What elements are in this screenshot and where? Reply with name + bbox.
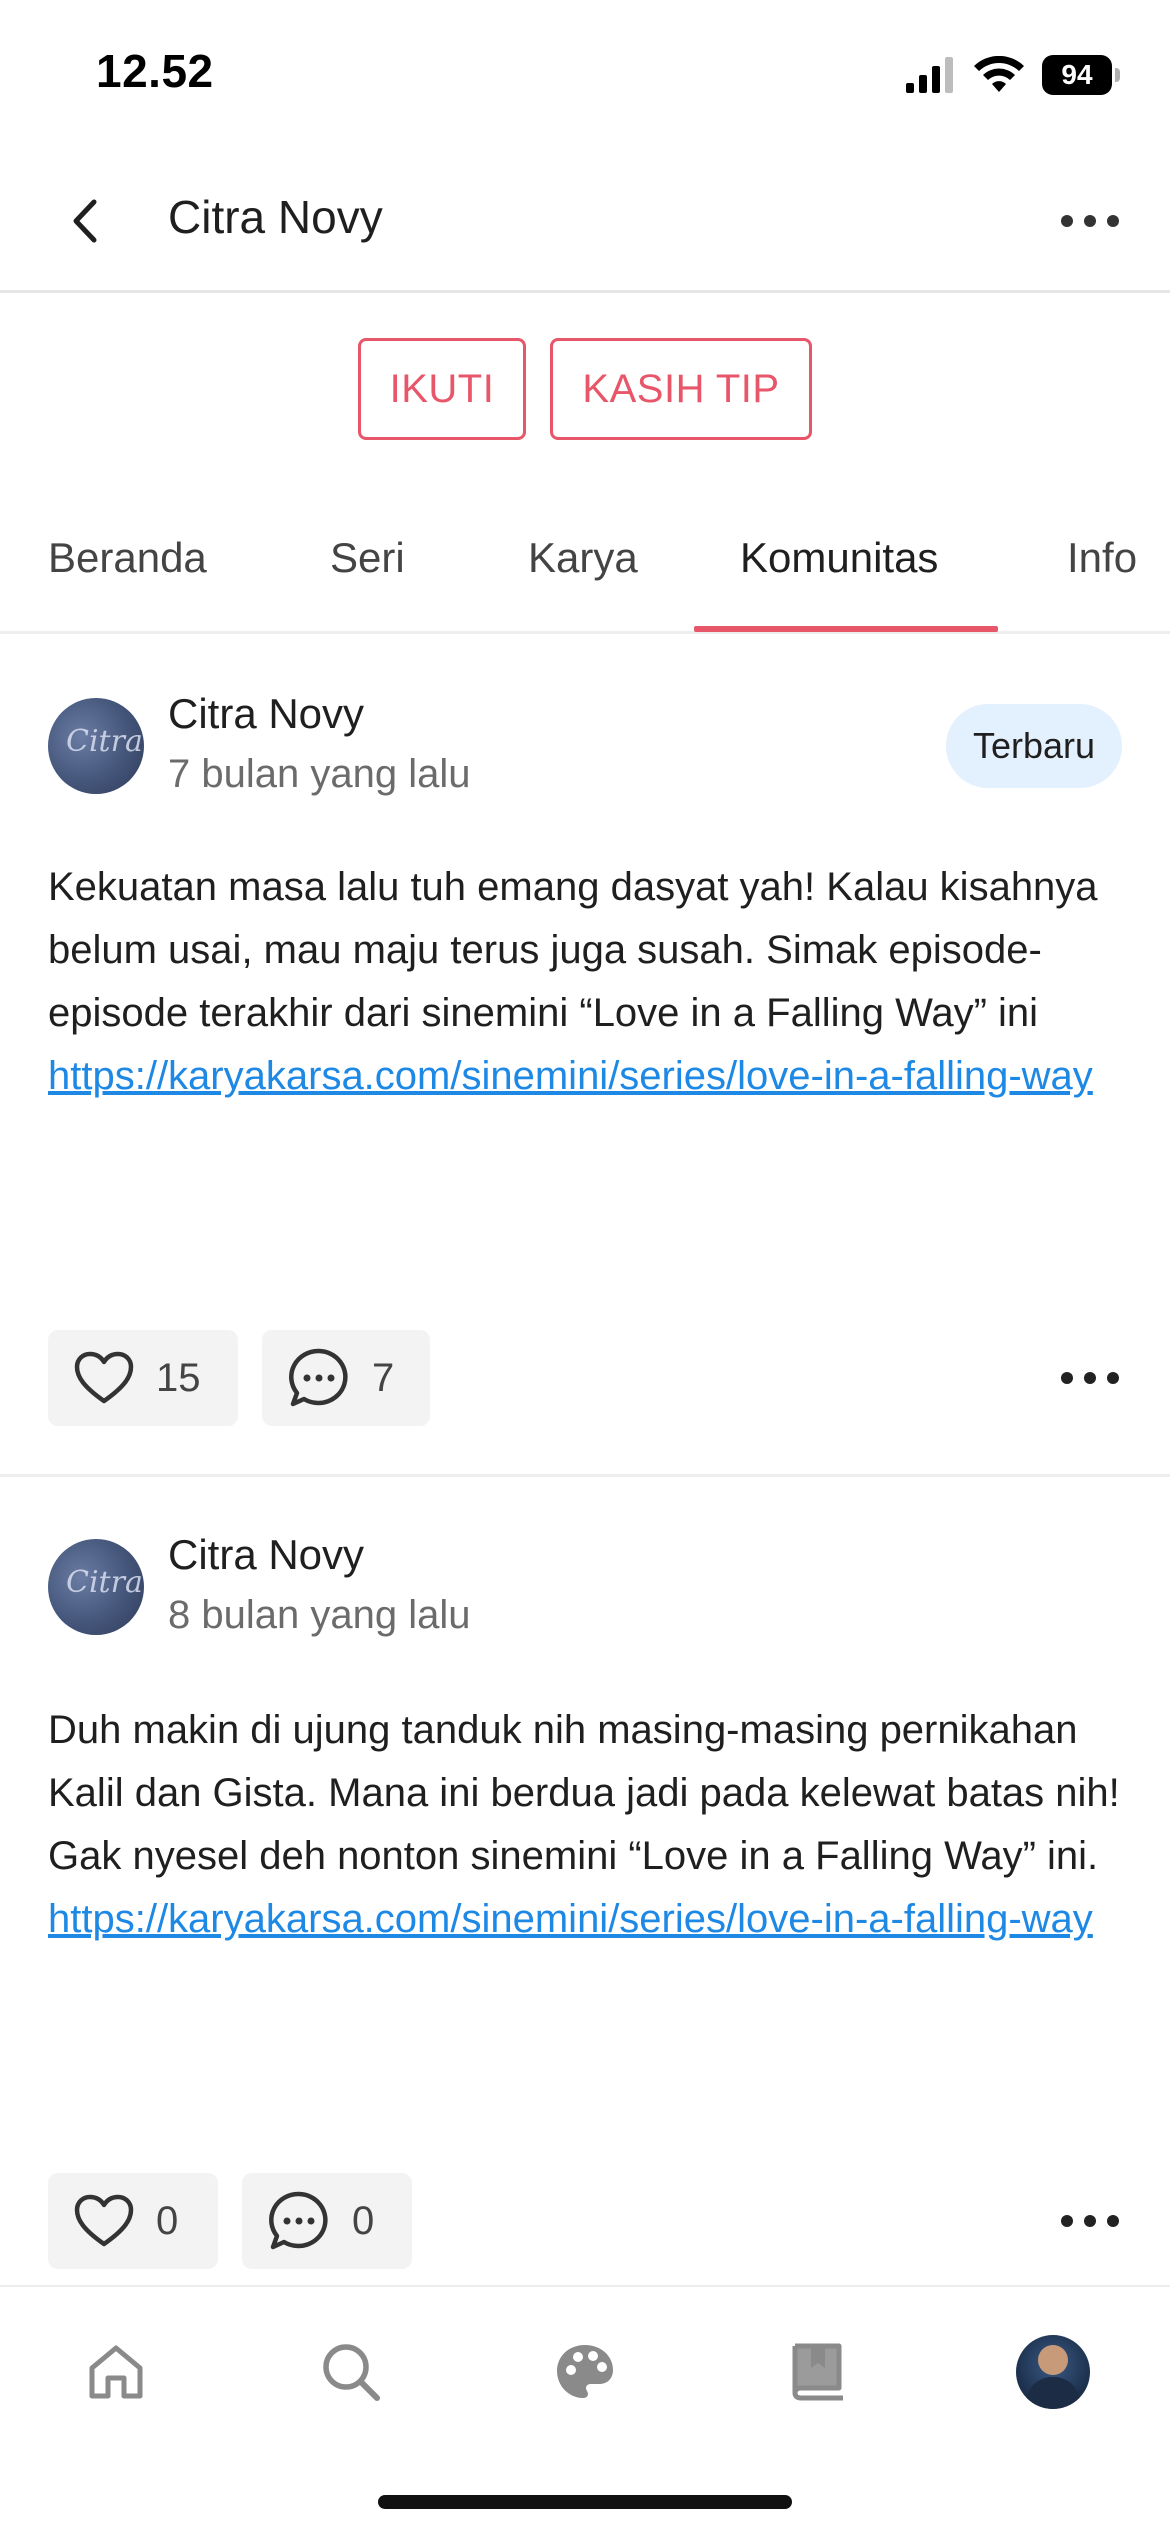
search-icon [323, 2344, 380, 2401]
tab-seri[interactable]: Seri [330, 534, 405, 582]
post-author[interactable]: Citra Novy [168, 1531, 364, 1579]
follow-button[interactable]: IKUTI [358, 338, 526, 440]
comment-icon [289, 1348, 348, 1407]
comment-icon [269, 2191, 328, 2250]
nav-home[interactable] [71, 2327, 161, 2417]
comment-count: 7 [372, 1355, 395, 1400]
post-text: Duh makin di ujung tanduk nih masing-mas… [48, 1708, 1120, 1878]
nav-search[interactable] [306, 2327, 396, 2417]
post-body: Duh makin di ujung tanduk nih masing-mas… [48, 1699, 1128, 1951]
post-more-button[interactable] [1050, 1348, 1130, 1408]
library-icon [792, 2343, 843, 2401]
wifi-icon [974, 56, 1024, 92]
community-post: Citra Citra Novy 7 bulan yang lalu Terba… [0, 634, 1170, 1476]
post-link[interactable]: https://karyakarsa.com/sinemini/series/l… [48, 1054, 1093, 1098]
tab-beranda[interactable]: Beranda [48, 534, 207, 582]
status-time: 12.52 [96, 45, 214, 97]
active-tab-indicator [694, 626, 998, 632]
author-avatar[interactable]: Citra [48, 698, 144, 794]
tab-komunitas[interactable]: Komunitas [740, 534, 938, 582]
post-more-button[interactable] [1050, 2191, 1130, 2251]
home-indicator[interactable] [378, 2495, 792, 2509]
battery-icon: 94 [1042, 55, 1120, 95]
comment-count: 0 [352, 2198, 375, 2243]
profile-actions: IKUTI KASIH TIP [0, 338, 1170, 440]
latest-badge: Terbaru [946, 704, 1122, 788]
signal-icon [906, 57, 953, 93]
status-icons: 94 [906, 52, 1120, 98]
profile-header: Citra Novy [0, 150, 1170, 293]
comment-button[interactable]: 7 [262, 1330, 430, 1426]
battery-level: 94 [1061, 59, 1093, 90]
post-author[interactable]: Citra Novy [168, 690, 364, 738]
palette-icon [557, 2345, 613, 2398]
more-horizontal-icon [1061, 215, 1119, 227]
more-horizontal-icon [1061, 1372, 1119, 1384]
nav-profile[interactable] [1008, 2327, 1098, 2417]
profile-avatar [1016, 2335, 1090, 2409]
community-post: Citra Citra Novy 8 bulan yang lalu Duh m… [0, 1477, 1170, 2285]
like-count: 0 [156, 2198, 179, 2243]
like-count: 15 [156, 1355, 201, 1400]
avatar-signature: Citra [66, 724, 143, 759]
post-link[interactable]: https://karyakarsa.com/sinemini/series/l… [48, 1897, 1093, 1941]
status-bar: 12.52 94 [0, 0, 1170, 150]
profile-tabs: Beranda Seri Karya Komunitas Info [0, 500, 1170, 634]
avatar-signature: Citra [66, 1565, 143, 1600]
chevron-left-icon [73, 199, 97, 243]
page-title: Citra Novy [168, 191, 383, 243]
home-icon [89, 2345, 143, 2399]
comment-button[interactable]: 0 [242, 2173, 412, 2269]
like-button[interactable]: 15 [48, 1330, 238, 1426]
author-avatar[interactable]: Citra [48, 1539, 144, 1635]
post-time: 8 bulan yang lalu [168, 1593, 471, 1637]
back-button[interactable] [50, 186, 120, 256]
nav-explore[interactable] [540, 2327, 630, 2417]
more-horizontal-icon [1061, 2215, 1119, 2227]
nav-library[interactable] [774, 2327, 864, 2417]
tip-button[interactable]: KASIH TIP [550, 338, 812, 440]
post-time: 7 bulan yang lalu [168, 752, 471, 796]
post-body: Kekuatan masa lalu tuh emang dasyat yah!… [48, 856, 1128, 1108]
tab-karya[interactable]: Karya [528, 534, 638, 582]
heart-icon [74, 2194, 134, 2247]
header-more-button[interactable] [1050, 186, 1130, 256]
like-button[interactable]: 0 [48, 2173, 218, 2269]
heart-icon [74, 1351, 134, 1404]
post-text: Kekuatan masa lalu tuh emang dasyat yah!… [48, 865, 1098, 1035]
tab-info[interactable]: Info [1067, 534, 1137, 582]
